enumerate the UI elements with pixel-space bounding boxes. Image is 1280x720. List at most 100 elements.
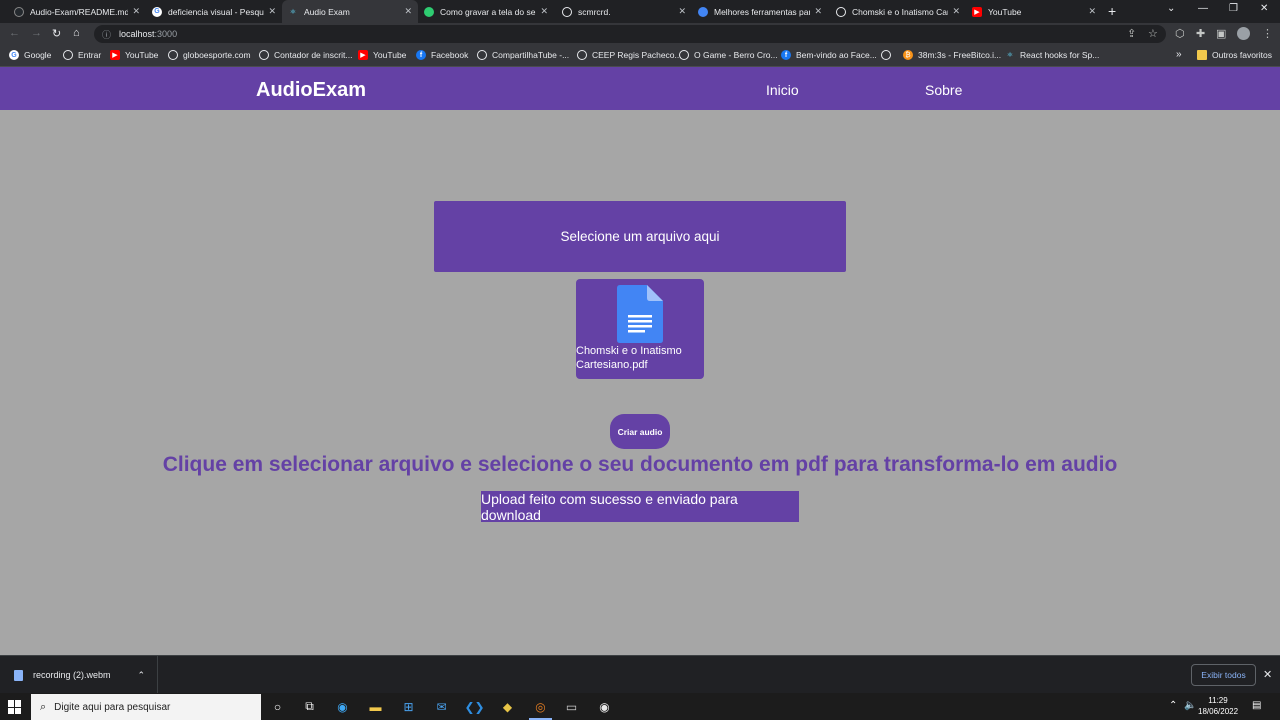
tab-title: Melhores ferramentas par [714, 6, 811, 17]
bookmark-label: Entrar [78, 50, 102, 60]
browser-tab[interactable]: G deficiencia visual - Pesquis ✕ [146, 0, 282, 23]
taskbar-clock[interactable]: 11:29 18/06/2022 [1198, 695, 1238, 717]
windows-start-icon[interactable] [8, 700, 22, 714]
taskbar-search[interactable]: ⌕ Digite aqui para pesquisar [31, 694, 261, 720]
nav-link-sobre[interactable]: Sobre [925, 82, 962, 98]
notifications-icon[interactable]: ▤ [1252, 700, 1261, 711]
react-icon: ⚛ [289, 8, 297, 16]
close-icon[interactable]: ✕ [678, 6, 686, 17]
restore-icon[interactable]: ❐ [1229, 3, 1238, 14]
document-icon [617, 285, 663, 343]
other-bookmarks[interactable]: Outros favoritos [1197, 50, 1272, 60]
menu-icon[interactable]: ⋮ [1262, 27, 1273, 40]
side-panel-icon[interactable]: ▣ [1216, 27, 1226, 40]
profile-avatar[interactable] [1237, 27, 1250, 40]
browser-tab[interactable]: Audio-Exam/README.md ✕ [8, 0, 146, 23]
chrome-icon[interactable]: ◎ [529, 698, 552, 720]
git-icon[interactable]: ◆ [499, 698, 516, 715]
site-info-icon[interactable]: ⓘ [102, 28, 111, 41]
app-brand[interactable]: AudioExam [256, 79, 366, 102]
back-icon[interactable]: ← [9, 27, 20, 39]
browser-tab[interactable]: scmrcrd. ✕ [556, 0, 692, 23]
store-icon[interactable]: ⊞ [400, 698, 417, 715]
close-icon[interactable]: ✕ [814, 6, 822, 17]
file-explorer-icon[interactable]: ▬ [367, 698, 384, 715]
address-bar[interactable]: ⓘ localhost:3000 [94, 25, 1166, 43]
globe-icon [836, 6, 846, 17]
close-icon[interactable]: ✕ [132, 6, 140, 17]
bookmark-star-icon[interactable]: ☆ [1148, 27, 1158, 40]
globe-icon [168, 50, 178, 60]
github-icon [14, 6, 24, 17]
bookmark-item[interactable]: ₿ 38m:3s - FreeBitco.i... [903, 50, 1001, 60]
puzzle-icon[interactable]: ✚ [1196, 27, 1205, 40]
globe-icon [63, 50, 73, 60]
task-view-icon[interactable]: ⧉ [301, 698, 318, 715]
create-audio-button[interactable]: Criar audio [610, 414, 670, 449]
chevron-up-icon[interactable]: ⌃ [137, 670, 145, 681]
recorder-icon[interactable]: ◉ [596, 698, 613, 715]
bookmark-item[interactable]: globoesporte.com [168, 50, 251, 60]
close-icon[interactable]: ✕ [1088, 6, 1096, 17]
close-icon[interactable]: ✕ [952, 6, 960, 17]
bookmark-label: Bem-vindo ao Face... [796, 50, 877, 60]
file-icon [14, 669, 23, 681]
extension-icon[interactable]: ⬡ [1175, 27, 1185, 40]
select-file-button[interactable]: Selecione um arquivo aqui [434, 201, 846, 272]
globe-icon [259, 50, 269, 60]
tab-title: deficiencia visual - Pesquis [168, 6, 265, 17]
globe-icon [477, 50, 487, 60]
bookmark-label: globoesporte.com [183, 50, 251, 60]
volume-icon[interactable]: 🔈 [1184, 700, 1196, 711]
bookmark-item[interactable]: G Google [9, 50, 51, 60]
download-item[interactable]: recording (2).webm ⌃ [0, 656, 158, 694]
folder-icon [1197, 50, 1207, 60]
bookmark-item[interactable]: Contador de inscrit... [259, 50, 352, 60]
bookmark-item[interactable] [881, 50, 896, 60]
close-icon[interactable]: ✕ [540, 6, 548, 17]
windows-taskbar: ⌕ Digite aqui para pesquisar ○ ⧉ ◉ ▬ ⊞ ✉… [0, 693, 1280, 720]
bookmark-item[interactable]: CompartilhaTube -... [477, 50, 569, 60]
share-icon[interactable]: ⇪ [1127, 27, 1136, 40]
close-icon[interactable]: ✕ [1263, 668, 1272, 681]
cortana-icon[interactable]: ○ [269, 698, 286, 715]
browser-tab[interactable]: Melhores ferramentas par ✕ [692, 0, 828, 23]
browser-tab[interactable]: Como gravar a tela do seu ✕ [418, 0, 554, 23]
edge-icon[interactable]: ◉ [334, 698, 351, 715]
select-file-label: Selecione um arquivo aqui [560, 229, 720, 244]
tab-search-icon[interactable]: ⌄ [1167, 3, 1175, 14]
browser-tab-active[interactable]: ⚛ Audio Exam ✕ [282, 0, 418, 23]
bookmarks-bar: G Google Entrar ▶ YouTube globoesporte.com… [0, 45, 1280, 67]
minimize-icon[interactable]: — [1198, 3, 1208, 14]
more-bookmarks-icon[interactable]: » [1176, 49, 1182, 60]
bookmark-item[interactable]: ⚛ React hooks for Sp... [1005, 50, 1100, 60]
url-host: localhost [119, 29, 155, 39]
youtube-icon: ▶ [358, 50, 368, 60]
close-icon[interactable]: ✕ [404, 6, 412, 17]
vscode-icon[interactable]: ❮❯ [464, 698, 484, 715]
search-placeholder: Digite aqui para pesquisar [54, 701, 171, 713]
browser-tab[interactable]: ▶ YouTube ✕ [966, 0, 1102, 23]
forward-icon[interactable]: → [31, 27, 42, 39]
window-close-icon[interactable]: ✕ [1260, 3, 1268, 14]
tray-expand-icon[interactable]: ⌃ [1169, 700, 1177, 711]
browser-tab[interactable]: Chomski e o Inatismo Cart ✕ [830, 0, 966, 23]
bookmark-item[interactable]: CEEP Regis Pacheco... [577, 50, 682, 60]
home-icon[interactable]: ⌂ [73, 27, 80, 39]
nav-link-inicio[interactable]: Inicio [766, 82, 799, 98]
clock-date: 18/06/2022 [1198, 707, 1239, 716]
bookmark-item[interactable]: Entrar [63, 50, 101, 60]
bookmark-item[interactable]: ▶ YouTube [110, 50, 158, 60]
reload-icon[interactable]: ↻ [52, 27, 61, 40]
youtube-icon: ▶ [972, 6, 982, 17]
success-message: Upload feito com sucesso e enviado para … [481, 491, 799, 523]
bookmark-item[interactable]: O Game - Berro Cro... [679, 50, 778, 60]
bookmark-item[interactable]: f Bem-vindo ao Face... [781, 50, 877, 60]
mail-icon[interactable]: ✉ [433, 698, 450, 715]
terminal-icon[interactable]: ▭ [563, 698, 580, 715]
show-all-downloads-button[interactable]: Exibir todos [1191, 664, 1256, 686]
new-tab-icon[interactable]: + [1108, 3, 1116, 19]
close-icon[interactable]: ✕ [268, 6, 276, 17]
bookmark-item[interactable]: f Facebook [416, 50, 468, 60]
bookmark-item[interactable]: ▶ YouTube [358, 50, 406, 60]
